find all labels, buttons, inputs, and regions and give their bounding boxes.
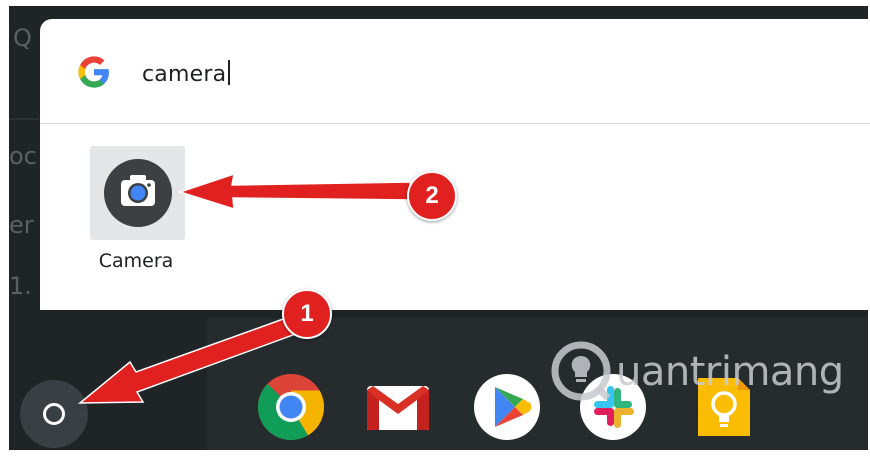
watermark-text: uantrimang	[616, 349, 844, 395]
launcher-search-box[interactable]: camera	[40, 19, 870, 124]
background-text-fragment: Q	[13, 24, 32, 52]
google-g-icon	[78, 56, 109, 88]
bulb-logo-icon	[551, 341, 611, 401]
search-input[interactable]: camera	[142, 60, 231, 87]
background-text-fragment: oc	[9, 142, 37, 170]
app-launcher-panel: camera Camera	[40, 19, 870, 310]
result-label: Camera	[98, 250, 174, 272]
search-result-camera[interactable]: Camera	[82, 145, 190, 279]
text-caret	[228, 60, 231, 85]
play-store-icon[interactable]	[472, 372, 542, 442]
background-text-fragment: er	[9, 211, 34, 239]
chrome-icon[interactable]	[256, 372, 326, 442]
launcher-button[interactable]	[20, 380, 88, 448]
site-watermark: uantrimang	[548, 338, 858, 408]
annotation-badge-2: 2	[407, 171, 457, 221]
result-highlight-tile[interactable]	[90, 146, 185, 240]
search-query-text: camera	[142, 62, 227, 87]
camera-app-icon	[104, 159, 172, 227]
background-divider	[9, 118, 39, 120]
annotation-badge-1: 1	[282, 289, 332, 339]
gmail-icon[interactable]	[363, 372, 433, 442]
launcher-circle-icon	[43, 403, 65, 425]
background-text-fragment: 1.	[9, 272, 32, 300]
